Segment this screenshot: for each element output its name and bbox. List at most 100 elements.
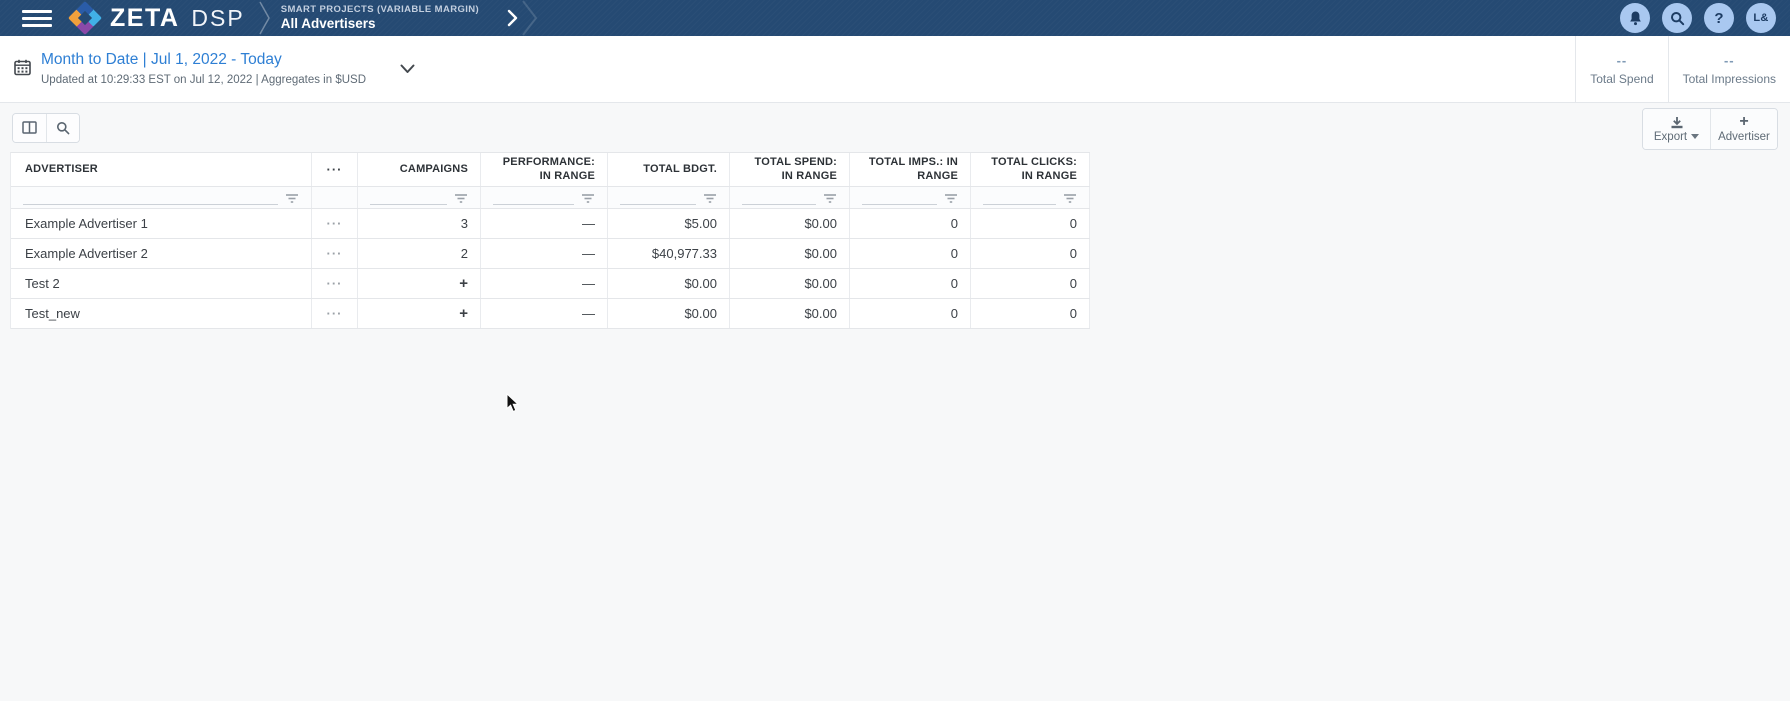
filter-input-total-bdgt[interactable]: [620, 192, 696, 205]
column-header-total-clicks[interactable]: TOTAL CLICKS: IN RANGE: [971, 153, 1090, 186]
campaigns-cell: 2: [358, 239, 481, 268]
filter-icon[interactable]: [454, 193, 468, 205]
chevron-down-icon[interactable]: [400, 62, 415, 77]
performance-cell: —: [481, 269, 608, 298]
filter-input-advertiser[interactable]: [23, 192, 278, 205]
column-header-advertiser[interactable]: ADVERTISER: [11, 153, 312, 186]
advertiser-label: Advertiser: [1718, 131, 1770, 143]
add-advertiser-button[interactable]: + Advertiser: [1710, 109, 1777, 149]
add-campaign-button[interactable]: +: [358, 299, 481, 328]
columns-icon[interactable]: [13, 114, 46, 142]
performance-cell: —: [481, 239, 608, 268]
breadcrumb: SMART PROJECTS (VARIABLE MARGIN) All Adv…: [281, 4, 479, 33]
filter-input-campaigns[interactable]: [370, 192, 447, 205]
column-header-total-imps[interactable]: TOTAL IMPS.: IN RANGE: [850, 153, 971, 186]
total-spend-value: --: [1617, 53, 1628, 68]
grid-header-row: ADVERTISER ··· CAMPAIGNS PERFORMANCE: IN…: [11, 153, 1090, 187]
add-campaign-button[interactable]: +: [358, 269, 481, 298]
total-clicks-cell: 0: [971, 299, 1090, 328]
topbar-actions: ? L&: [1620, 0, 1776, 36]
filter-input-performance[interactable]: [493, 192, 574, 205]
zeta-diamond-icon: [68, 1, 102, 35]
total-clicks-cell: 0: [971, 209, 1090, 238]
filter-icon[interactable]: [823, 193, 837, 205]
table-row: Test 2 ··· + — $0.00 $0.00 0 0: [11, 269, 1090, 299]
calendar-icon: [14, 59, 31, 79]
date-range-texts: Month to Date | Jul 1, 2022 - Today Upda…: [41, 50, 366, 87]
total-impressions-stat: -- Total Impressions: [1668, 36, 1790, 102]
date-range-selector[interactable]: Month to Date | Jul 1, 2022 - Today Upda…: [14, 36, 415, 102]
export-label: Export: [1654, 131, 1687, 143]
ghost-chevron-icon: [522, 0, 538, 36]
total-clicks-cell: 0: [971, 269, 1090, 298]
column-header-total-bdgt[interactable]: TOTAL BDGT.: [608, 153, 730, 186]
table-row: Example Advertiser 1 ··· 3 — $5.00 $0.00…: [11, 209, 1090, 239]
date-bar: Month to Date | Jul 1, 2022 - Today Upda…: [0, 36, 1790, 103]
advertiser-name[interactable]: Example Advertiser 1: [25, 216, 148, 231]
advertiser-name[interactable]: Test 2: [25, 276, 60, 291]
grid-toolbar: Export + Advertiser: [0, 103, 1790, 152]
filter-icon[interactable]: [285, 193, 299, 205]
total-bdgt-cell: $5.00: [608, 209, 730, 238]
breadcrumb-expand-icon[interactable]: [507, 9, 518, 27]
menu-icon[interactable]: [22, 7, 52, 29]
table-row: Example Advertiser 2 ··· 2 — $40,977.33 …: [11, 239, 1090, 269]
user-avatar[interactable]: L&: [1746, 3, 1776, 33]
mouse-cursor: [506, 393, 520, 413]
total-impressions-value: --: [1724, 53, 1735, 68]
total-bdgt-cell: $40,977.33: [608, 239, 730, 268]
total-spend-cell: $0.00: [730, 269, 850, 298]
view-options-group: [12, 113, 80, 143]
date-range-label: Month to Date | Jul 1, 2022 - Today: [41, 50, 366, 70]
total-imps-cell: 0: [850, 269, 971, 298]
filter-icon[interactable]: [703, 193, 717, 205]
top-bar: ZETA DSP SMART PROJECTS (VARIABLE MARGIN…: [0, 0, 1790, 36]
download-icon: [1670, 116, 1684, 129]
campaigns-cell: 3: [358, 209, 481, 238]
row-actions-icon[interactable]: ···: [327, 220, 343, 228]
total-spend-label: Total Spend: [1590, 72, 1653, 86]
performance-cell: —: [481, 209, 608, 238]
total-imps-cell: 0: [850, 299, 971, 328]
row-actions-icon[interactable]: ···: [327, 310, 343, 318]
row-actions-icon[interactable]: ···: [327, 250, 343, 258]
grid-search-icon[interactable]: [46, 114, 79, 142]
notifications-bell-icon[interactable]: [1620, 3, 1650, 33]
brand-logo: ZETA DSP: [68, 1, 245, 35]
filter-icon[interactable]: [581, 193, 595, 205]
advertisers-grid: ADVERTISER ··· CAMPAIGNS PERFORMANCE: IN…: [10, 152, 1090, 329]
row-actions-icon[interactable]: ···: [327, 280, 343, 288]
search-icon[interactable]: [1662, 3, 1692, 33]
brand-dsp: DSP: [191, 5, 244, 32]
total-spend-stat: -- Total Spend: [1575, 36, 1667, 102]
total-impressions-label: Total Impressions: [1683, 72, 1776, 86]
filter-input-total-clicks[interactable]: [983, 192, 1056, 205]
table-row: Test_new ··· + — $0.00 $0.00 0 0: [11, 299, 1090, 329]
breadcrumb-page[interactable]: All Advertisers: [281, 16, 479, 33]
performance-cell: —: [481, 299, 608, 328]
total-imps-cell: 0: [850, 239, 971, 268]
total-imps-cell: 0: [850, 209, 971, 238]
total-bdgt-cell: $0.00: [608, 269, 730, 298]
filter-icon[interactable]: [944, 193, 958, 205]
total-spend-cell: $0.00: [730, 209, 850, 238]
column-header-options[interactable]: ···: [312, 153, 358, 186]
column-header-performance[interactable]: PERFORMANCE: IN RANGE: [481, 153, 608, 186]
filter-icon[interactable]: [1063, 193, 1077, 205]
filter-input-total-spend[interactable]: [742, 192, 816, 205]
help-icon[interactable]: ?: [1704, 3, 1734, 33]
export-caret-icon: [1691, 134, 1699, 139]
column-header-total-spend[interactable]: TOTAL SPEND: IN RANGE: [730, 153, 850, 186]
advertiser-name[interactable]: Test_new: [25, 306, 80, 321]
total-spend-cell: $0.00: [730, 239, 850, 268]
advertiser-name[interactable]: Example Advertiser 2: [25, 246, 148, 261]
date-updated-label: Updated at 10:29:33 EST on Jul 12, 2022 …: [41, 73, 366, 88]
export-button[interactable]: Export: [1643, 109, 1710, 149]
plus-icon: +: [1739, 115, 1748, 129]
column-header-campaigns[interactable]: CAMPAIGNS: [358, 153, 481, 186]
total-bdgt-cell: $0.00: [608, 299, 730, 328]
column-options-icon: ···: [327, 165, 343, 175]
filter-input-total-imps[interactable]: [862, 192, 937, 205]
grid-actions-group: Export + Advertiser: [1642, 108, 1778, 150]
total-clicks-cell: 0: [971, 239, 1090, 268]
